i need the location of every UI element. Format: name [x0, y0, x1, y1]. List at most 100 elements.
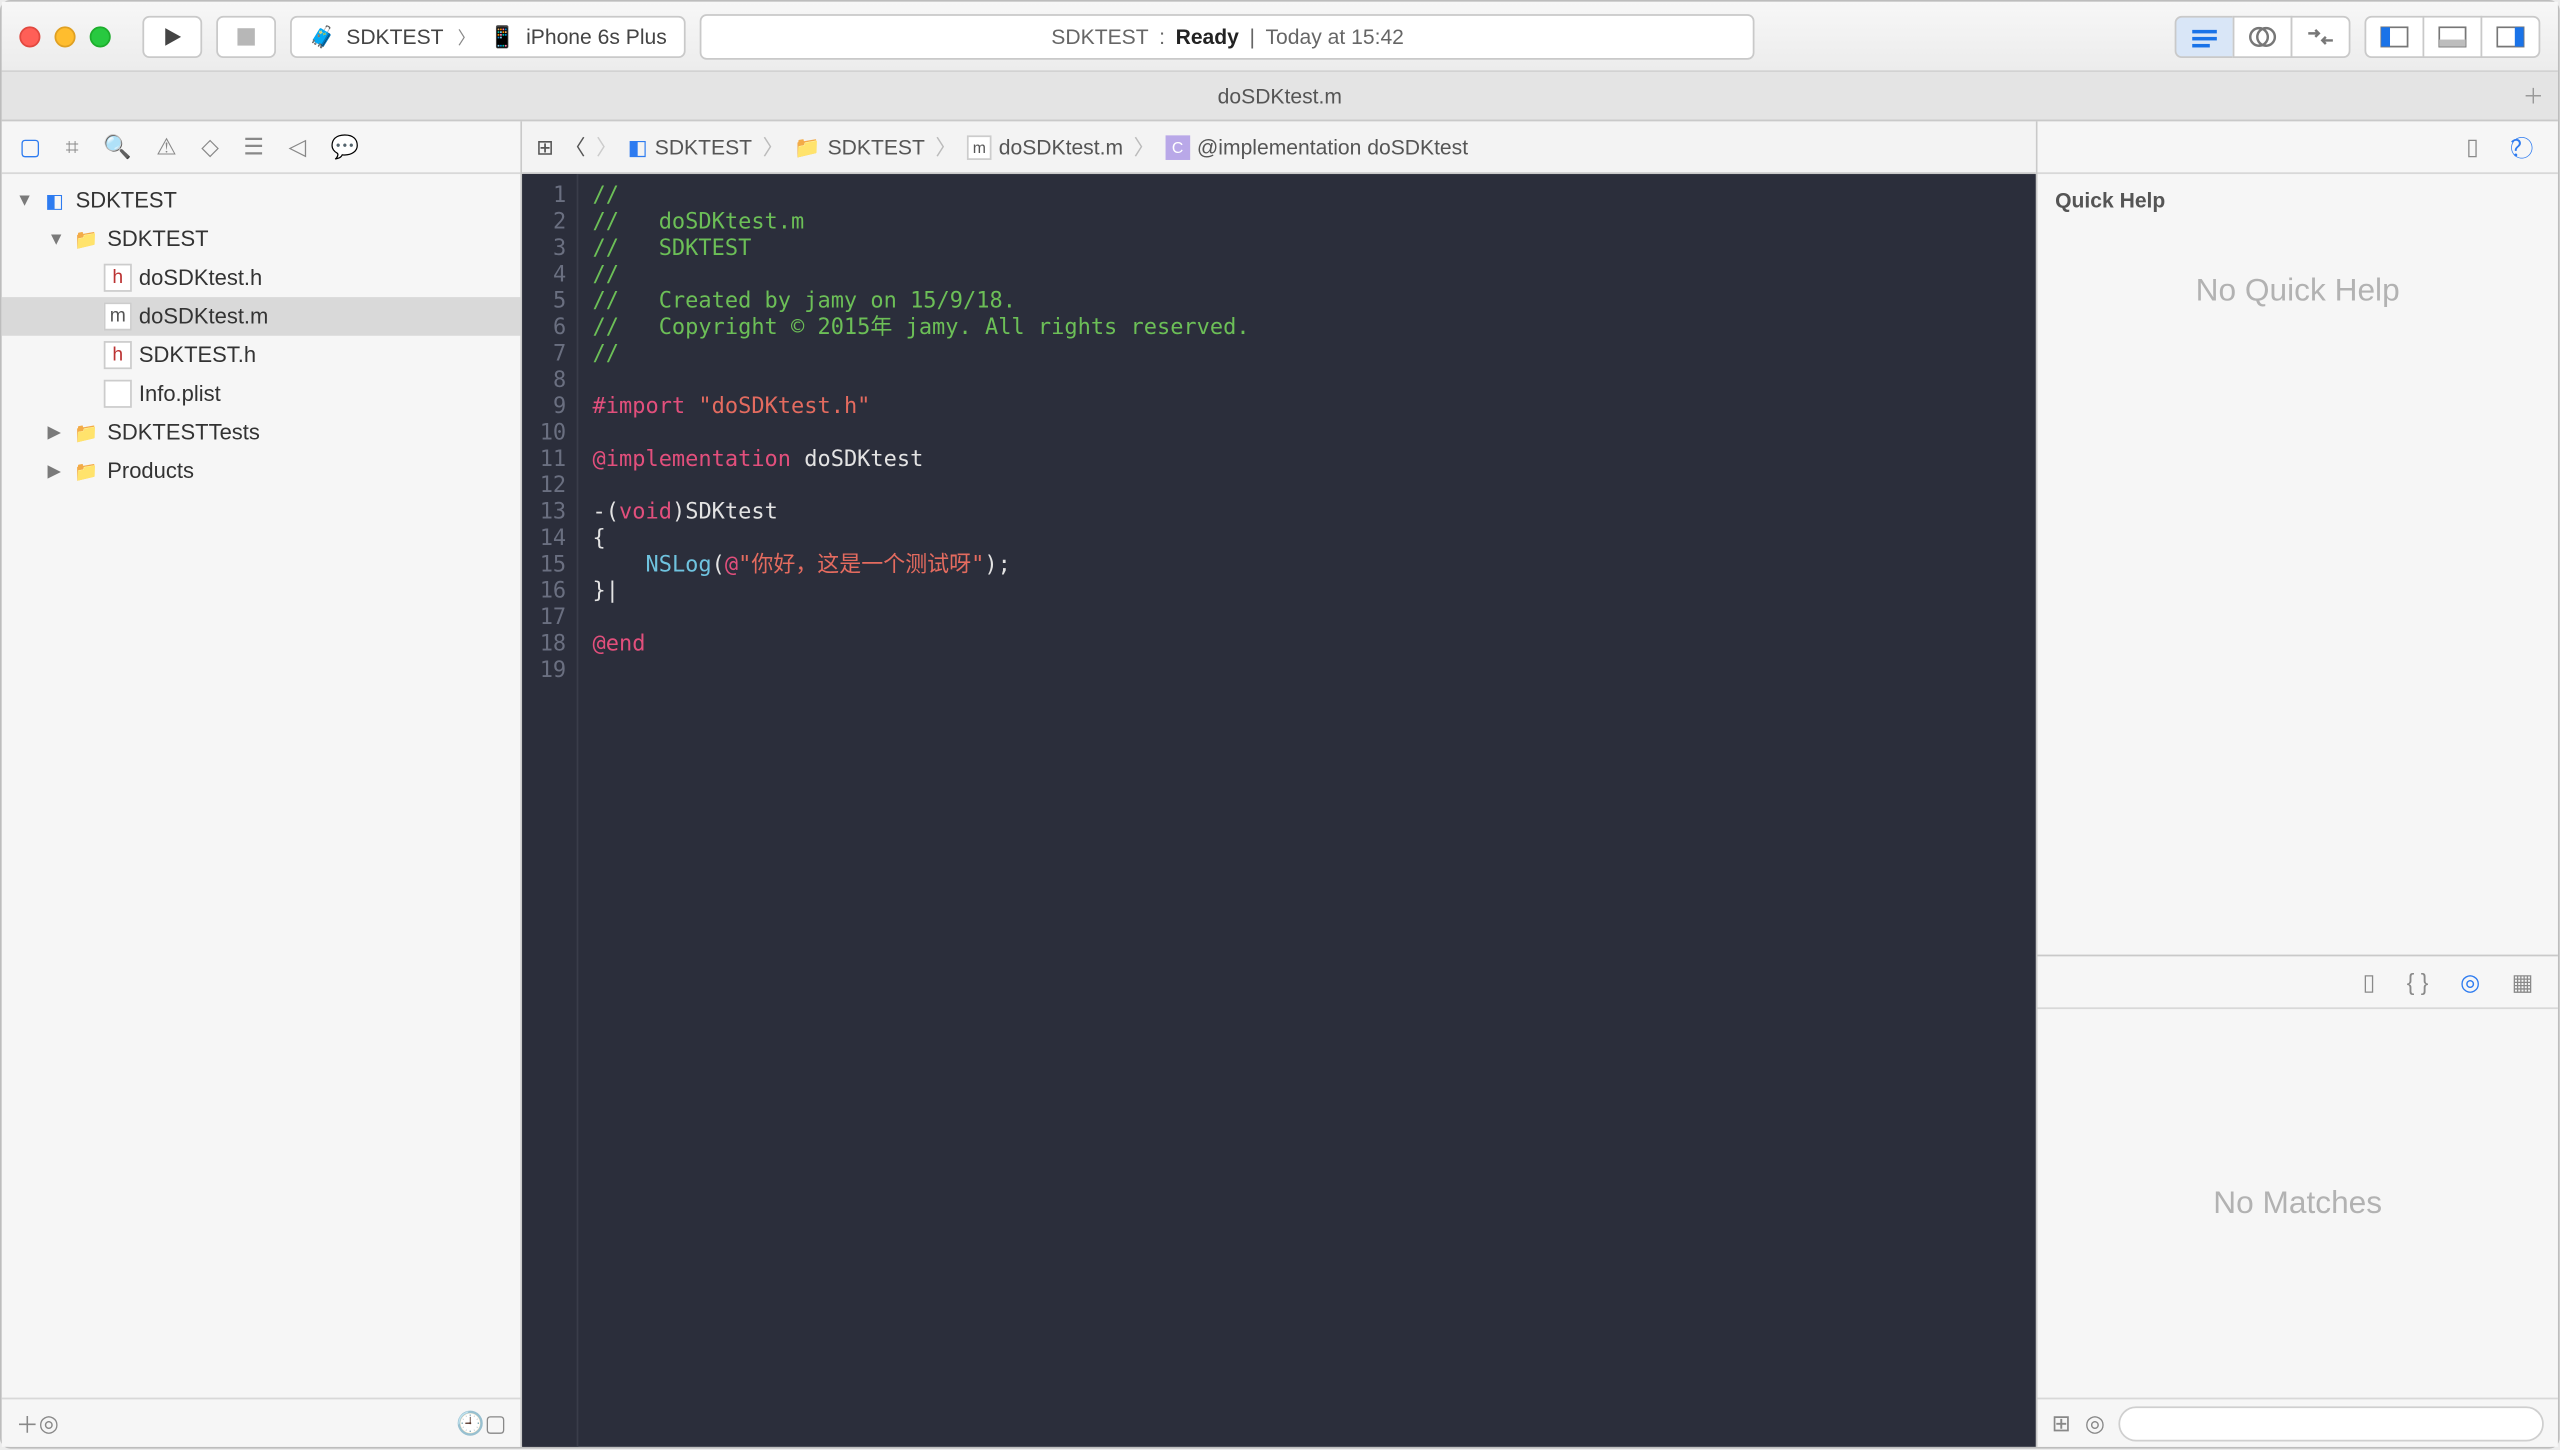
forward-button[interactable]: 〉	[596, 132, 617, 162]
quick-help-body: No Quick Help	[2038, 220, 2558, 955]
scope-icon[interactable]: ◎	[2085, 1409, 2105, 1437]
folder-icon: 📁	[72, 418, 100, 446]
status-state: Ready	[1176, 24, 1239, 49]
library-footer: ⊞ ◎	[2038, 1398, 2558, 1447]
new-tab-button[interactable]: ＋	[2523, 81, 2544, 111]
briefcase-icon: 🧳	[309, 24, 335, 49]
stop-button[interactable]	[216, 15, 276, 57]
file-inspector-icon[interactable]: ▯	[2466, 133, 2479, 161]
tree-item-label: doSDKtest.h	[139, 265, 262, 290]
library-body: No Matches	[2038, 1009, 2558, 1398]
library-filter-field[interactable]	[2119, 1406, 2544, 1441]
toggle-utilities-button[interactable]	[2481, 15, 2541, 57]
folder-icon: 📁	[72, 225, 100, 253]
tree-item[interactable]: h doSDKtest.h	[2, 258, 521, 297]
tree-item-label: Products	[107, 459, 194, 484]
stop-icon	[237, 27, 255, 45]
navigator-panel: ▢ ⌗ 🔍 ⚠ ◇ ☰ ◁ 💬 ▼◧SDKTEST▼📁SDKTESThdoSDK…	[2, 121, 522, 1447]
h-file-icon: h	[104, 264, 132, 292]
jump-bar[interactable]: ⊞ 〈 〉 ◧SDKTEST 〉 📁SDKTEST 〉 mdoSDKtest.m…	[522, 121, 2036, 174]
status-time: Today at 15:42	[1266, 24, 1404, 49]
toggle-debug-area-button[interactable]	[2423, 15, 2483, 57]
tab-bar: doSDKtest.m ＋	[2, 72, 2558, 121]
find-navigator-icon[interactable]: 🔍	[103, 133, 131, 161]
quick-help-title: Quick Help	[2038, 174, 2558, 220]
source-editor[interactable]: 12345678910111213141516171819 //// doSDK…	[522, 174, 2036, 1447]
standard-editor-icon	[2190, 25, 2218, 46]
project-icon: ◧	[40, 186, 68, 214]
inspector-selector: ▯ ？⃝	[2038, 121, 2558, 174]
quick-help-inspector-icon[interactable]: ？⃝	[2510, 130, 2533, 163]
tree-item-label: Info.plist	[139, 381, 221, 406]
navigator-footer: ＋ ◎ 🕘 ▢	[2, 1398, 521, 1447]
play-icon	[162, 25, 183, 46]
h-file-icon: h	[104, 341, 132, 369]
left-panel-icon	[2380, 25, 2408, 46]
test-navigator-icon[interactable]: ◇	[201, 133, 219, 161]
panel-toggle-segment	[2365, 15, 2541, 57]
issue-navigator-icon[interactable]: ⚠	[156, 133, 176, 161]
add-button[interactable]: ＋	[16, 1406, 39, 1439]
tree-item[interactable]: m doSDKtest.m	[2, 297, 521, 336]
file-template-library-icon[interactable]: ▯	[2363, 968, 2376, 996]
project-icon: ◧	[628, 134, 648, 159]
jump-crumb-symbol[interactable]: C@implementation doSDKtest	[1165, 134, 1468, 159]
tree-item-label: SDKTESTTests	[107, 420, 260, 445]
chevron-right-icon: 〉	[458, 23, 476, 49]
version-editor-button[interactable]	[2291, 15, 2351, 57]
plist-file-icon	[104, 380, 132, 408]
library-panel: ▯ { } ◎ ▦ No Matches ⊞ ◎	[2038, 955, 2558, 1447]
m-file-icon: m	[967, 134, 992, 159]
debug-navigator-icon[interactable]: ☰	[243, 133, 263, 161]
editor-area: ⊞ 〈 〉 ◧SDKTEST 〉 📁SDKTEST 〉 mdoSDKtest.m…	[522, 121, 2037, 1447]
jump-crumb-project[interactable]: ◧SDKTEST	[628, 134, 752, 159]
line-gutter: 12345678910111213141516171819	[522, 174, 578, 1447]
tree-item[interactable]: ▼📁SDKTEST	[2, 220, 521, 259]
breakpoint-navigator-icon[interactable]: ◁	[289, 133, 307, 161]
status-project: SDKTEST	[1051, 24, 1148, 49]
project-navigator-icon[interactable]: ▢	[19, 133, 41, 161]
related-items-icon[interactable]: ⊞	[536, 134, 554, 159]
tree-item[interactable]: ▶📁Products	[2, 452, 521, 491]
tree-item[interactable]: h SDKTEST.h	[2, 336, 521, 375]
scheme-device: iPhone 6s Plus	[526, 24, 667, 49]
symbol-navigator-icon[interactable]: ⌗	[66, 133, 79, 161]
close-window-button[interactable]	[19, 25, 40, 46]
media-library-icon[interactable]: ▦	[2512, 968, 2534, 996]
scm-icon[interactable]: ▢	[485, 1409, 507, 1437]
library-selector: ▯ { } ◎ ▦	[2038, 956, 2558, 1009]
tree-item[interactable]: Info.plist	[2, 374, 521, 413]
project-tree[interactable]: ▼◧SDKTEST▼📁SDKTEST h doSDKtest.h m doSDKtest…	[2, 174, 521, 1398]
folder-icon: 📁	[794, 134, 820, 159]
utilities-panel: ▯ ？⃝ Quick Help No Quick Help ▯ { } ◎ ▦ …	[2038, 121, 2558, 1447]
jump-crumb-group[interactable]: 📁SDKTEST	[794, 134, 925, 159]
window-controls	[19, 25, 110, 46]
tree-item-label: doSDKtest.m	[139, 304, 268, 329]
assistant-editor-button[interactable]	[2233, 15, 2293, 57]
tree-project-root[interactable]: ▼◧SDKTEST	[2, 181, 521, 220]
activity-view: SDKTEST: Ready | Today at 15:42	[700, 13, 1755, 59]
back-button[interactable]: 〈	[564, 132, 585, 162]
minimize-window-button[interactable]	[54, 25, 75, 46]
arrows-icon	[2305, 25, 2337, 46]
tree-item-label: SDKTEST.h	[139, 343, 256, 368]
m-file-icon: m	[104, 302, 132, 330]
report-navigator-icon[interactable]: 💬	[331, 133, 359, 161]
object-library-icon[interactable]: ◎	[2460, 968, 2480, 996]
filter-icon[interactable]: ◎	[39, 1409, 59, 1437]
grid-view-icon[interactable]: ⊞	[2052, 1409, 2071, 1437]
standard-editor-button[interactable]	[2175, 15, 2235, 57]
jump-crumb-file[interactable]: mdoSDKtest.m	[967, 134, 1123, 159]
tree-item[interactable]: ▶📁SDKTESTTests	[2, 413, 521, 452]
venn-icon	[2248, 24, 2276, 49]
zoom-window-button[interactable]	[90, 25, 111, 46]
code-content[interactable]: //// doSDKtest.m// SDKTEST//// Created b…	[578, 174, 1263, 1447]
run-button[interactable]	[142, 15, 202, 57]
tab-title[interactable]: doSDKtest.m	[1218, 84, 1342, 109]
scheme-selector[interactable]: 🧳 SDKTEST 〉 📱 iPhone 6s Plus	[290, 15, 686, 57]
editor-mode-segment	[2175, 15, 2351, 57]
toggle-navigator-button[interactable]	[2365, 15, 2425, 57]
code-snippet-library-icon[interactable]: { }	[2407, 969, 2429, 995]
recent-icon[interactable]: 🕘	[456, 1409, 484, 1437]
navigator-selector: ▢ ⌗ 🔍 ⚠ ◇ ☰ ◁ 💬	[2, 121, 521, 174]
